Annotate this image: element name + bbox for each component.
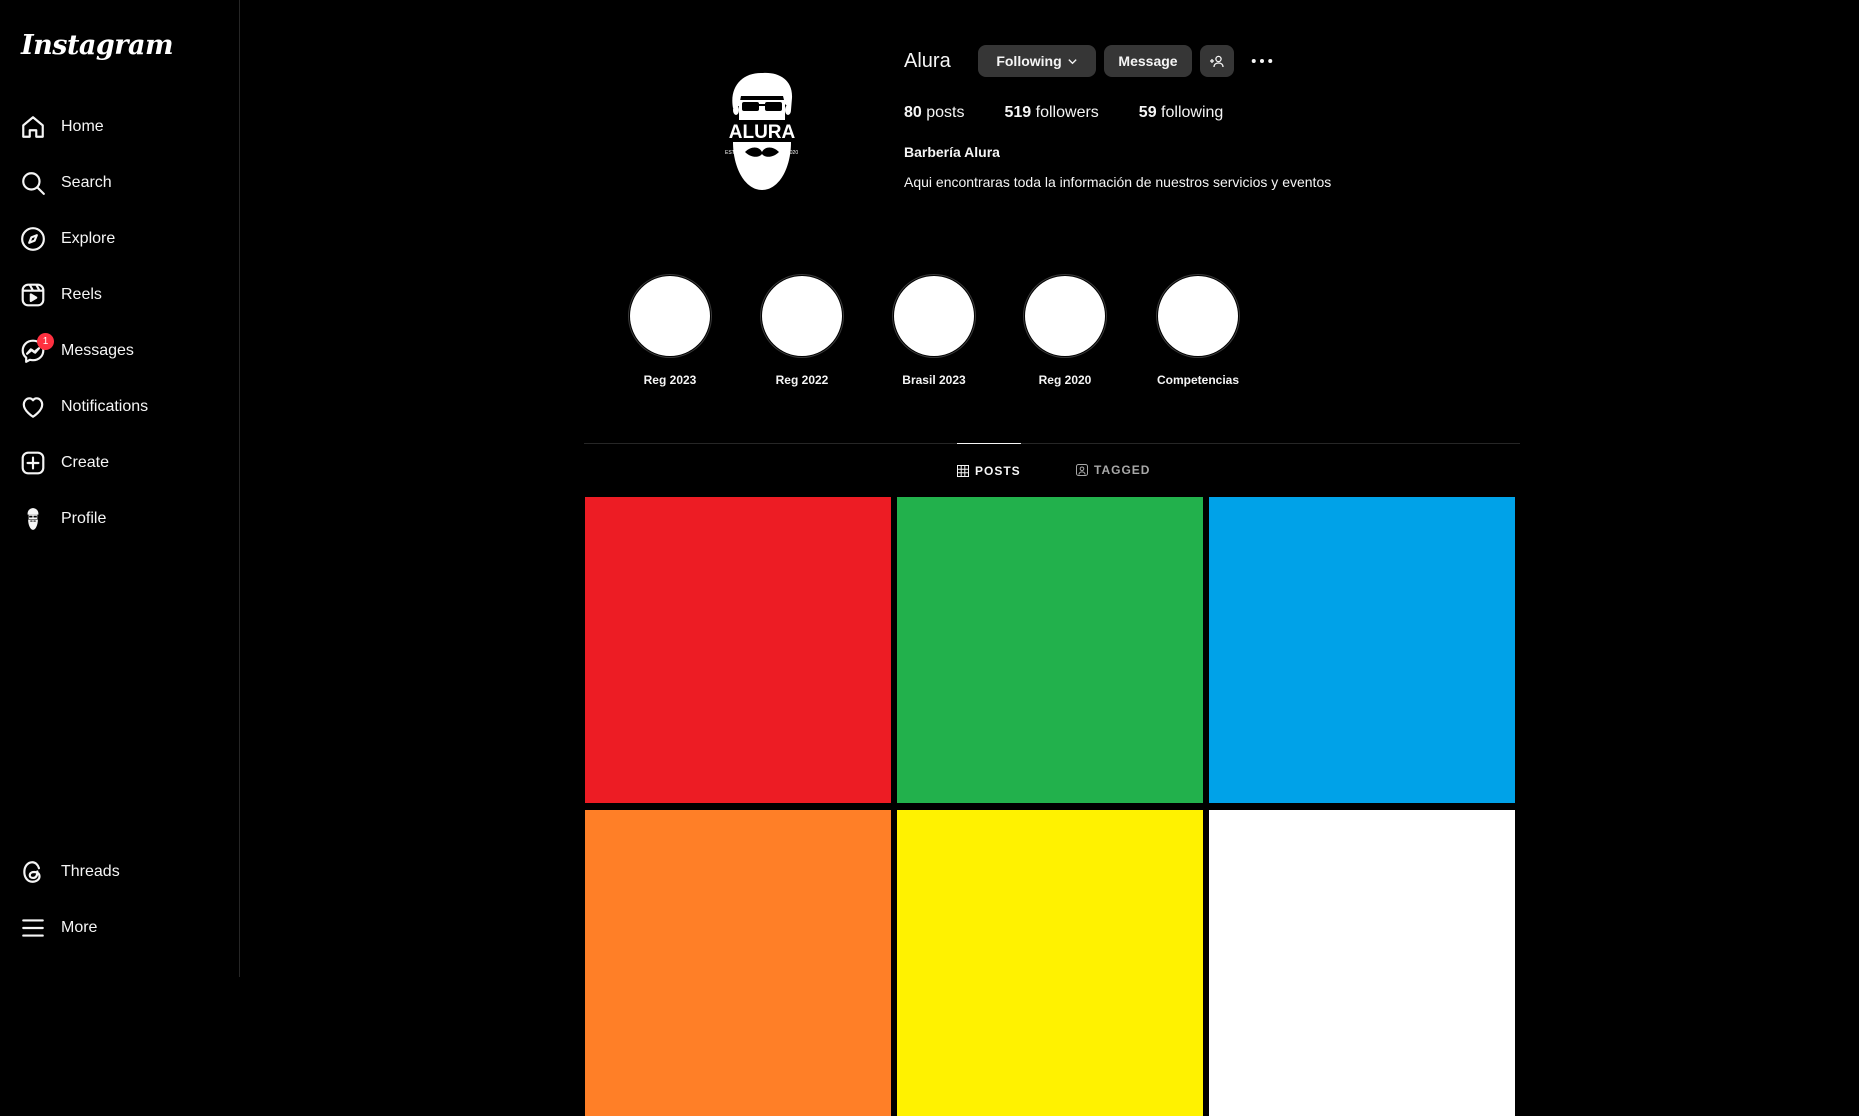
profile-stats: 80 posts 519 followers 59 following (904, 104, 1263, 122)
tagged-icon (1076, 464, 1088, 476)
sidebar-item-label: Profile (61, 510, 107, 527)
messages-badge: 1 (37, 333, 54, 350)
tab-tagged[interactable]: TAGGED (1076, 443, 1150, 497)
profile-username: Alura (904, 50, 951, 72)
profile-avatar-icon (20, 506, 46, 532)
sidebar-item-more[interactable]: More (20, 908, 220, 948)
sidebar-item-label: Notifications (61, 398, 149, 415)
sidebar-item-profile[interactable]: Profile (20, 499, 220, 539)
profile-avatar[interactable]: ALURA ESTD 2020 (689, 58, 834, 203)
sidebar-item-home[interactable]: Home (20, 107, 220, 147)
stat-following[interactable]: 59 following (1139, 104, 1224, 122)
tab-posts-label: POSTS (975, 464, 1021, 478)
ellipsis-icon (1251, 58, 1273, 64)
sidebar: Instagram Home Search Explore Reels 1 Me… (0, 0, 240, 977)
following-button[interactable]: Following (978, 45, 1096, 77)
plus-square-icon (20, 450, 46, 476)
tab-posts[interactable]: POSTS (957, 443, 1021, 498)
sidebar-item-messages[interactable]: 1 Messages (20, 331, 220, 371)
highlight-label: Reg 2020 (1038, 373, 1092, 387)
avatar-year-text: 2020 (787, 150, 798, 156)
menu-icon (20, 915, 46, 941)
followers-label: followers (1035, 104, 1099, 121)
sidebar-item-label: More (61, 919, 98, 936)
story-highlight[interactable]: Brasil 2023 (891, 276, 977, 387)
highlight-cover (630, 276, 710, 356)
tab-tagged-label: TAGGED (1094, 463, 1151, 477)
add-user-icon (1210, 55, 1224, 68)
bio-text: Aqui encontraras toda la información de … (904, 174, 1332, 190)
sidebar-item-label: Messages (61, 342, 134, 359)
instagram-logo[interactable]: Instagram (21, 30, 174, 61)
stat-followers[interactable]: 519 followers (1005, 104, 1099, 122)
threads-icon (20, 859, 46, 885)
suggested-users-button[interactable] (1200, 45, 1234, 77)
following-label: following (1161, 104, 1224, 121)
sidebar-item-threads[interactable]: Threads (20, 852, 220, 892)
post-tile[interactable] (1209, 810, 1515, 1116)
chevron-down-icon (1068, 58, 1077, 64)
sidebar-item-explore[interactable]: Explore (20, 219, 220, 259)
sidebar-item-label: Create (61, 454, 110, 471)
sidebar-item-label: Explore (61, 230, 116, 247)
sidebar-item-label: Search (61, 174, 112, 191)
more-options-button[interactable] (1246, 45, 1278, 77)
highlight-label: Competencias (1156, 373, 1240, 387)
sidebar-item-search[interactable]: Search (20, 163, 220, 203)
search-icon (20, 170, 46, 196)
story-highlight[interactable]: Competencias (1155, 276, 1241, 387)
sidebar-item-label: Threads (61, 863, 120, 880)
bio-name: Barbería Alura (904, 144, 1000, 160)
reels-icon (20, 282, 46, 308)
home-icon (20, 114, 46, 140)
avatar-est-text: ESTD (725, 150, 739, 156)
barber-logo-icon: ALURA ESTD 2020 (718, 72, 805, 190)
following-count: 59 (1138, 104, 1157, 121)
highlight-label: Reg 2022 (775, 373, 829, 387)
sidebar-item-label: Home (61, 118, 104, 135)
posts-count: 80 (904, 104, 922, 121)
story-highlight[interactable]: Reg 2023 (627, 276, 713, 387)
post-tile[interactable] (585, 810, 891, 1116)
sidebar-item-create[interactable]: Create (20, 443, 220, 483)
sidebar-item-notifications[interactable]: Notifications (20, 387, 220, 427)
followers-count: 519 (1004, 104, 1032, 121)
highlight-cover (894, 276, 974, 356)
stat-posts: 80 posts (904, 104, 965, 122)
highlight-cover (762, 276, 842, 356)
story-highlight[interactable]: Reg 2022 (759, 276, 845, 387)
tabs-divider (584, 443, 1520, 444)
highlight-cover (1025, 276, 1105, 356)
message-button[interactable]: Message (1104, 45, 1192, 77)
post-tile[interactable] (1209, 497, 1515, 803)
heart-icon (20, 394, 46, 420)
post-tile[interactable] (585, 497, 891, 803)
highlight-label: Reg 2023 (643, 373, 697, 387)
story-highlight[interactable]: Reg 2020 (1022, 276, 1108, 387)
highlight-label: Brasil 2023 (902, 373, 966, 387)
sidebar-item-reels[interactable]: Reels (20, 275, 220, 315)
highlight-cover (1158, 276, 1238, 356)
posts-label: posts (926, 104, 965, 121)
grid-icon (957, 465, 969, 477)
sidebar-item-label: Reels (61, 286, 102, 303)
following-button-label: Following (996, 53, 1062, 69)
post-tile[interactable] (897, 497, 1203, 803)
post-tile[interactable] (897, 810, 1203, 1116)
compass-icon (20, 226, 46, 252)
avatar-brand-text: ALURA (728, 122, 795, 143)
messenger-icon: 1 (20, 333, 54, 364)
